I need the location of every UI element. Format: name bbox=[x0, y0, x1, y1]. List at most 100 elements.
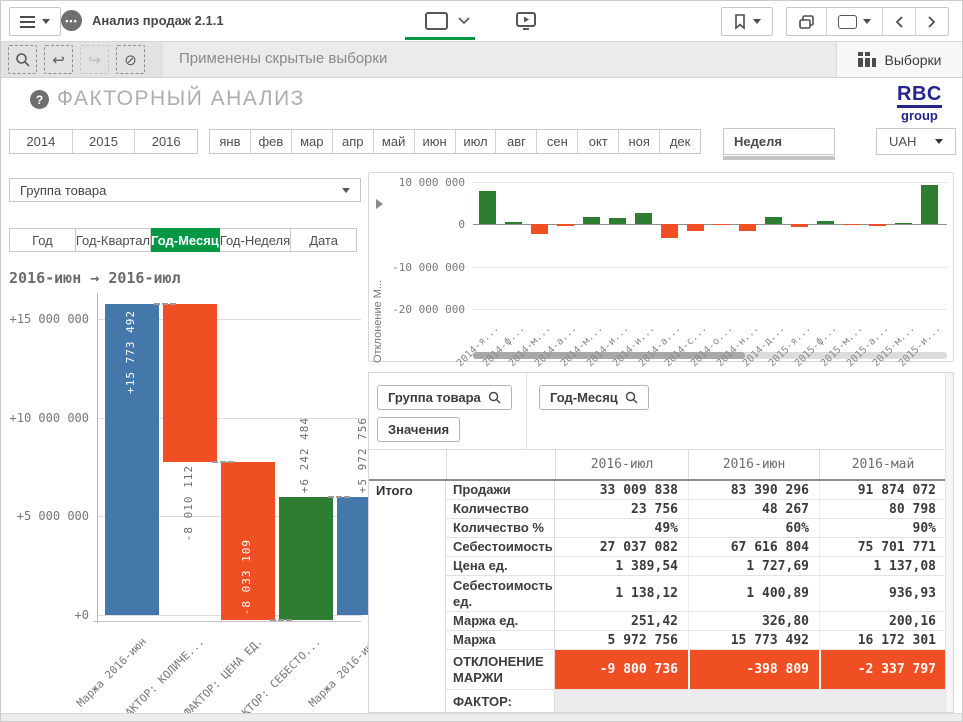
month-filter-item[interactable]: мар bbox=[291, 130, 332, 153]
monthly-bar[interactable] bbox=[687, 224, 704, 230]
pivot-dimension-button[interactable]: Группа товара bbox=[377, 385, 512, 410]
pivot-row-label[interactable]: Количество bbox=[446, 500, 555, 518]
main-menu-button[interactable] bbox=[9, 7, 61, 36]
period-tab[interactable]: Дата bbox=[291, 228, 357, 252]
monthly-bar[interactable] bbox=[791, 224, 808, 227]
previous-sheet-button[interactable] bbox=[882, 8, 915, 35]
monthly-bar[interactable] bbox=[895, 223, 912, 225]
bookmark-button[interactable] bbox=[722, 8, 772, 35]
month-filter-item[interactable]: окт bbox=[577, 130, 618, 153]
monthly-bar[interactable] bbox=[505, 222, 522, 225]
app-thumbnail-icon[interactable]: ••• bbox=[61, 10, 82, 31]
pivot-cell: 91 874 072 bbox=[819, 481, 946, 499]
smart-search-button[interactable] bbox=[8, 45, 37, 74]
sheet-list-button[interactable] bbox=[826, 8, 882, 35]
month-filter-item[interactable]: июн bbox=[414, 130, 455, 153]
week-filter-label: Неделя bbox=[734, 134, 782, 149]
currency-dropdown[interactable]: UAH bbox=[876, 128, 956, 155]
pivot-row-label[interactable]: Себестоимость ед. bbox=[446, 576, 555, 611]
pivot-cell: 5 972 756 bbox=[555, 631, 688, 649]
pivot-cell: 200,16 bbox=[819, 612, 946, 630]
step-forward-button[interactable]: ↪ bbox=[80, 45, 109, 74]
pivot-row-label[interactable]: Количество % bbox=[446, 519, 555, 537]
monthly-bar[interactable] bbox=[713, 224, 730, 225]
month-filter-item[interactable]: фев bbox=[250, 130, 291, 153]
pivot-cell: 49% bbox=[555, 519, 688, 537]
pivot-column-header[interactable]: 2016-май bbox=[819, 450, 946, 479]
toolbar-right-group bbox=[721, 7, 949, 36]
monthly-bar[interactable] bbox=[817, 221, 834, 224]
monthly-ytick: -10 000 000 bbox=[385, 261, 465, 274]
monthly-bar[interactable] bbox=[869, 224, 886, 226]
monthly-bar[interactable] bbox=[479, 191, 496, 224]
week-filter[interactable]: Неделя bbox=[723, 128, 835, 155]
year-filter: 201420152016 bbox=[9, 129, 198, 154]
pivot-total-cell[interactable]: Итого bbox=[369, 481, 446, 713]
help-icon[interactable]: ? bbox=[30, 90, 49, 109]
monthly-bar[interactable] bbox=[765, 217, 782, 224]
monthly-bar[interactable] bbox=[921, 185, 938, 224]
pivot-column-header[interactable]: 2016-июн bbox=[688, 450, 819, 479]
pivot-column-header[interactable]: 2016-июл bbox=[555, 450, 688, 479]
waterfall-y-axis bbox=[97, 293, 98, 623]
pivot-row-label[interactable]: ФАКТОР: bbox=[446, 690, 555, 713]
selections-tool-button[interactable]: Выборки bbox=[836, 42, 962, 77]
pivot-cell bbox=[819, 690, 946, 713]
chevron-down-icon bbox=[935, 139, 943, 144]
pivot-row-label[interactable]: ОТКЛОНЕНИЕ МАРЖИ bbox=[446, 650, 555, 689]
period-tab[interactable]: Год-Неделя bbox=[220, 228, 291, 252]
waterfall-bar[interactable] bbox=[279, 497, 333, 620]
monthly-bar[interactable] bbox=[661, 224, 678, 238]
month-filter-item[interactable]: апр bbox=[332, 130, 373, 153]
pivot-row-label[interactable]: Себестоимость bbox=[446, 538, 555, 556]
pivot-values-button[interactable]: Значения bbox=[377, 417, 460, 442]
monthly-ytick: -20 000 000 bbox=[385, 303, 465, 316]
monthly-bar[interactable] bbox=[843, 224, 860, 225]
waterfall-bar[interactable] bbox=[163, 304, 217, 462]
waterfall-x-axis bbox=[93, 621, 361, 622]
month-filter-item[interactable]: авг bbox=[495, 130, 536, 153]
table-row: Количество %49%60%90% bbox=[446, 519, 946, 538]
period-tab[interactable]: Год bbox=[9, 228, 76, 252]
month-filter-item[interactable]: май bbox=[373, 130, 414, 153]
dimension-dropdown[interactable]: Группа товара bbox=[9, 178, 361, 202]
pivot-table: Группа товара Значения Год-Месяц 2016-ию… bbox=[368, 372, 954, 713]
monthly-bar[interactable] bbox=[531, 224, 548, 234]
monthly-bar[interactable] bbox=[609, 218, 626, 224]
year-filter-item[interactable]: 2016 bbox=[134, 130, 197, 153]
waterfall-ytick: +0 bbox=[9, 608, 89, 622]
pivot-row-label[interactable]: Цена ед. bbox=[446, 557, 555, 575]
month-filter-item[interactable]: сен bbox=[536, 130, 577, 153]
pivot-table-scrollbar[interactable] bbox=[945, 373, 953, 712]
next-sheet-button[interactable] bbox=[915, 8, 948, 35]
step-back-button[interactable]: ↩ bbox=[44, 45, 73, 74]
period-tab[interactable]: Год-Месяц bbox=[151, 228, 220, 252]
table-row: Себестоимость27 037 08267 616 80475 701 … bbox=[446, 538, 946, 557]
clear-selections-button[interactable]: ⊘ bbox=[116, 45, 145, 74]
monthly-bar[interactable] bbox=[635, 213, 652, 224]
pivot-cell: 16 172 301 bbox=[819, 631, 946, 649]
year-filter-item[interactable]: 2015 bbox=[72, 130, 135, 153]
pivot-column-headers: 2016-июл2016-июн2016-май bbox=[369, 449, 946, 481]
monthly-bar[interactable] bbox=[739, 224, 756, 231]
pivot-row-label[interactable]: Маржа bbox=[446, 631, 555, 649]
bookmark-icon bbox=[733, 13, 747, 30]
duplicate-sheet-button[interactable] bbox=[787, 8, 826, 35]
month-filter-item[interactable]: янв bbox=[210, 130, 250, 153]
app-title: Анализ продаж 2.1.1 bbox=[92, 13, 224, 28]
period-tab[interactable]: Год-Квартал bbox=[76, 228, 151, 252]
month-filter-item[interactable]: июл bbox=[455, 130, 496, 153]
pivot-column-button[interactable]: Год-Месяц bbox=[539, 385, 649, 410]
pivot-row-label[interactable]: Маржа ед. bbox=[446, 612, 555, 630]
year-filter-item[interactable]: 2014 bbox=[10, 130, 72, 153]
monthly-bar[interactable] bbox=[557, 224, 574, 226]
month-filter-item[interactable]: ноя bbox=[618, 130, 659, 153]
sheet-view-button[interactable] bbox=[425, 12, 470, 30]
monthly-bar[interactable] bbox=[583, 217, 600, 225]
month-filter-item[interactable]: дек bbox=[659, 130, 700, 153]
pivot-row-label[interactable]: Продажи bbox=[446, 481, 555, 499]
storytelling-button[interactable] bbox=[515, 11, 537, 31]
expand-panel-icon[interactable] bbox=[376, 199, 383, 209]
dimension-dropdown-label: Группа товара bbox=[20, 183, 106, 198]
waterfall-bar-value: -8 010 112 bbox=[183, 465, 194, 541]
